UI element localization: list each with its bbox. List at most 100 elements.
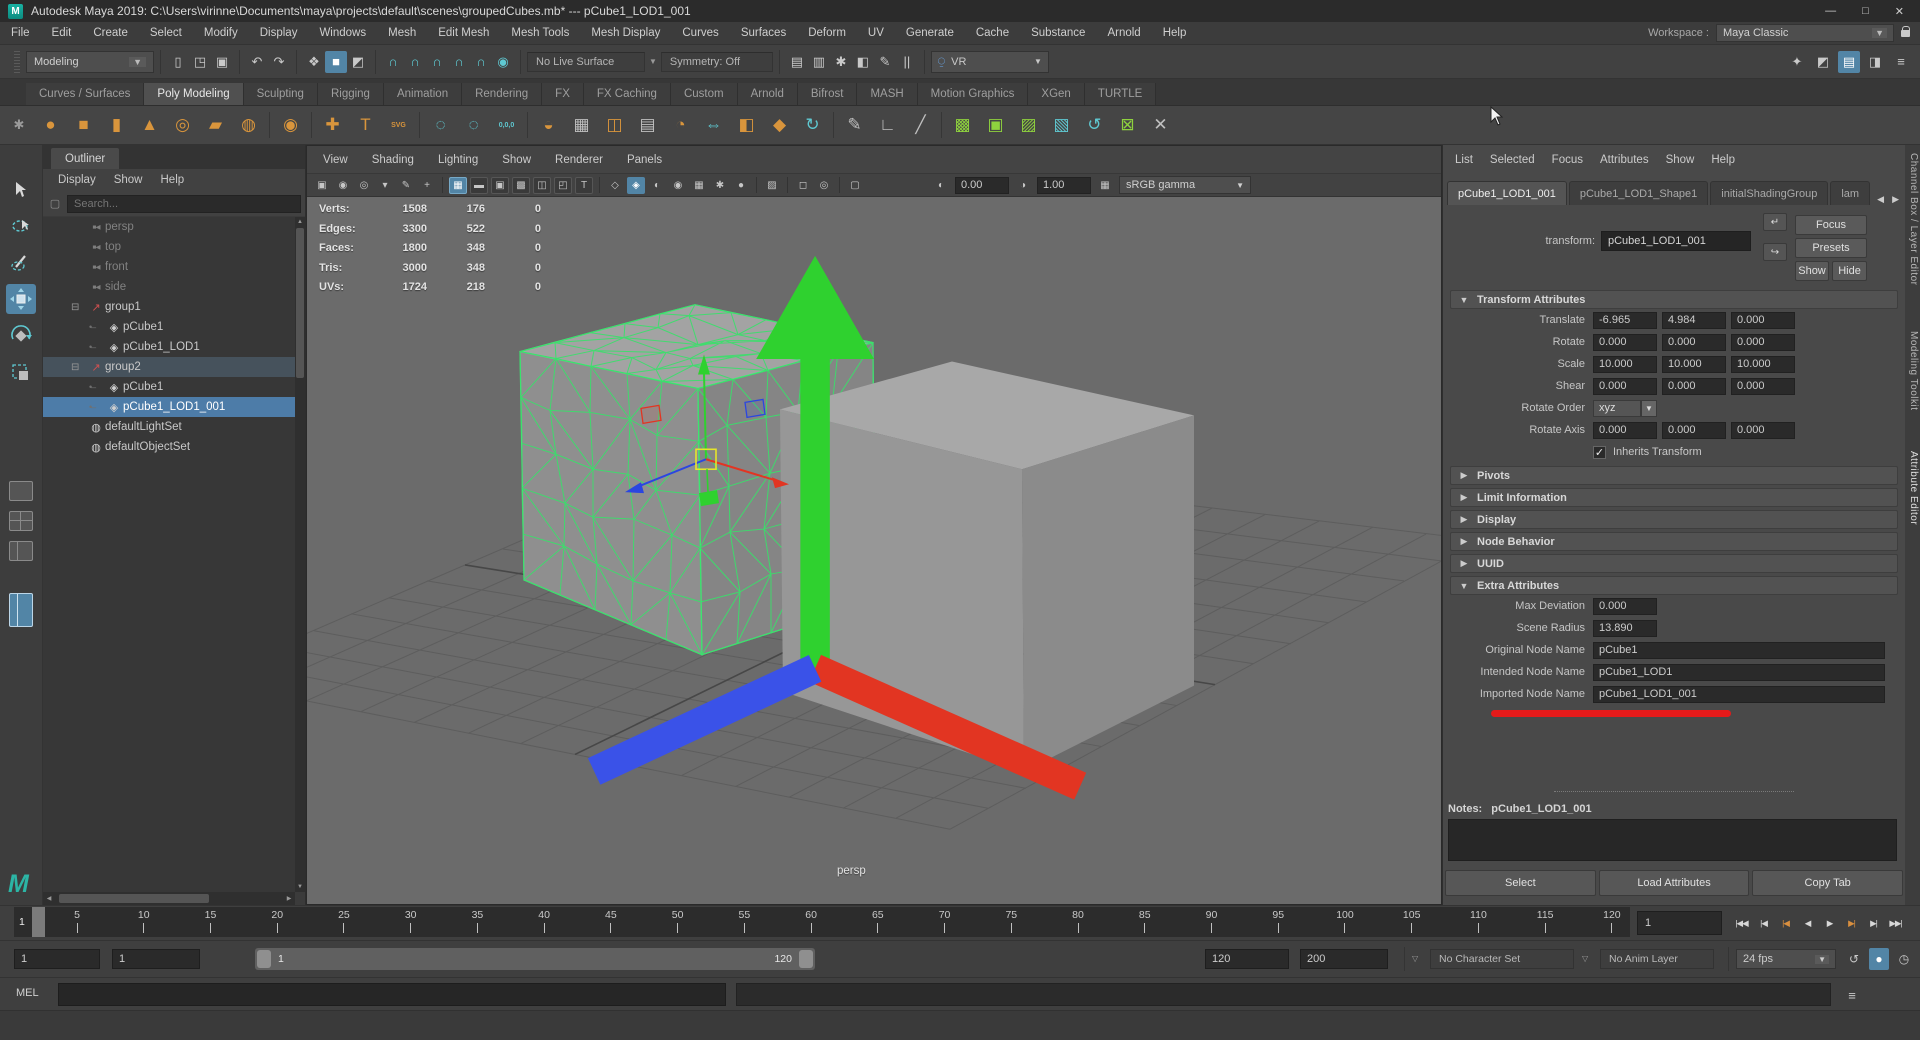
lasso-tool-button[interactable] [6,211,36,241]
step-forward-frame-button[interactable]: ▶| [1863,910,1884,936]
viewport-menu-item[interactable]: Renderer [555,154,603,166]
presets-button[interactable]: Presets [1795,238,1867,258]
move-tool-button[interactable] [6,284,36,314]
viewport-menu-item[interactable]: Show [502,154,531,166]
show-button[interactable]: Show [1795,261,1829,281]
value-z-field[interactable]: 10.000 [1731,356,1795,373]
attribute-editor-menu-item[interactable]: Show [1666,154,1695,166]
breakout-tab-icon[interactable]: ↪ [1763,243,1787,261]
section-extra-attributes[interactable]: ▼ Extra Attributes [1450,576,1898,595]
poly-sphere-icon[interactable]: ● [34,110,67,140]
minimize-button[interactable]: — [1825,5,1836,18]
value-x-field[interactable]: -6.965 [1593,312,1657,329]
camera-icon[interactable]: ▣ [313,177,331,194]
outliner-item[interactable]: ⊟ ↗ group2 [43,357,295,377]
menu-item[interactable]: Mesh Tools [500,27,580,39]
attribute-editor-bottom-button[interactable]: Copy Tab [1752,870,1903,896]
collapsed-section-header[interactable]: ▶ UUID [1450,554,1898,573]
hide-button[interactable]: Hide [1832,261,1867,281]
ipr-render-icon[interactable]: ▥ [808,51,830,73]
sphere-project-icon[interactable]: ◉ [274,110,307,140]
outliner-menu-item[interactable]: Help [161,174,185,186]
shadows-icon[interactable]: ● [732,177,750,194]
expand-collapse-icon[interactable] [89,382,105,393]
gamma-icon[interactable]: ◑ [1014,177,1032,194]
attribute-editor-menu-item[interactable]: Selected [1490,154,1535,166]
menu-item[interactable]: UV [857,27,895,39]
outliner-menu-item[interactable]: Display [58,174,96,186]
view-transform-dropdown[interactable]: sRGB gamma▼ [1119,176,1251,194]
outliner-menu-item[interactable]: Show [114,174,143,186]
live-surface-field[interactable]: No Live Surface [527,52,645,72]
sep[interactable] [439,177,446,194]
attribute-value-field[interactable]: pCube1 [1593,642,1885,659]
mel-input-field[interactable] [58,983,726,1006]
shelf-tab[interactable]: Rendering [462,83,542,105]
timeline-track[interactable]: 1 51015202530354045505560657075808590951… [14,907,1630,937]
new-scene-icon[interactable]: ▯ [167,51,189,73]
grip-handle[interactable] [14,51,20,73]
outliner-item[interactable]: ◍ defaultObjectSet [43,437,295,457]
range-slider[interactable]: 1 120 [255,948,815,970]
live-surface-dropdown-icon[interactable]: ▼ [649,57,657,66]
scale-tool-button[interactable] [6,358,36,388]
tab-modeling-toolkit[interactable]: Modeling Toolkit [1906,331,1919,443]
menu-item[interactable]: Deform [797,27,857,39]
make-live-icon[interactable]: ◉ [492,51,514,73]
expand-collapse-icon[interactable]: ⊟ [71,362,87,373]
safe-action-icon[interactable]: ◰ [554,177,572,194]
shelf-tab[interactable]: FX [542,83,584,105]
shelf-tab[interactable]: Poly Modeling [144,83,243,105]
sep[interactable] [937,110,946,140]
attribute-editor-icon[interactable]: ▤ [1838,51,1860,73]
wireframe-on-shaded-icon[interactable]: ▦ [690,177,708,194]
lights-icon[interactable]: ✱ [711,177,729,194]
outliner-horizontal-scrollbar[interactable]: ◀ ▶ [43,892,295,905]
menu-item[interactable]: Mesh [377,27,427,39]
go-to-end-button[interactable]: ▶▶| [1885,910,1906,936]
2d-pan-zoom-icon[interactable]: + [418,177,436,194]
delete-history-icon[interactable]: ✕ [1144,110,1177,140]
expand-collapse-icon[interactable] [89,342,105,353]
layout-outliner-persp-button[interactable] [9,593,33,627]
outliner-item[interactable]: ◈ pCube1_LOD1_001 [43,397,295,417]
viewport-menu-item[interactable]: Shading [372,154,414,166]
value-x-field[interactable]: 10.000 [1593,356,1657,373]
character-set-field[interactable]: No Character Set [1430,949,1574,969]
tab-attribute-editor[interactable]: Attribute Editor [1906,451,1919,547]
screen-door-icon[interactable]: ▨ [763,177,781,194]
shelf-tab[interactable]: Curves / Surfaces [26,83,144,105]
outliner-item[interactable]: ◈ pCube1 [43,317,295,337]
snap-curve-icon[interactable]: ∩ [404,51,426,73]
expand-collapse-icon[interactable] [89,322,105,333]
snap-view-plane-icon[interactable]: ∩ [470,51,492,73]
attribute-value-field[interactable]: pCube1_LOD1_001 [1593,686,1885,703]
combine-icon[interactable]: ◫ [598,110,631,140]
filter-icon[interactable]: ▢ [47,197,63,210]
value-x-field[interactable]: 0.000 [1593,334,1657,351]
collapsed-section-header[interactable]: ▶ Pivots [1450,466,1898,485]
sep[interactable] [784,177,791,194]
mel-label[interactable]: MEL [16,987,39,999]
sep[interactable] [307,110,316,140]
playback-end-field[interactable]: 120 [1205,949,1289,969]
menu-item[interactable]: Surfaces [730,27,797,39]
subdiv-icon[interactable]: ◆ [763,110,796,140]
expand-collapse-icon[interactable] [89,402,105,413]
rotate-axis-z-field[interactable]: 0.000 [1731,422,1795,439]
go-to-start-button[interactable]: |◀◀ [1731,910,1752,936]
render-settings-icon[interactable]: ✱ [830,51,852,73]
coordinates-icon[interactable]: 0,0,0 [490,110,523,140]
open-scene-icon[interactable]: ◳ [189,51,211,73]
vr-dropdown[interactable]: ⍜ VR ▼ [931,51,1049,73]
array-icon[interactable]: ▤ [631,110,664,140]
value-z-field[interactable]: 0.000 [1731,334,1795,351]
rotate-axis-y-field[interactable]: 0.000 [1662,422,1726,439]
playback-start-field[interactable]: 1 [112,949,200,969]
uv-box-icon[interactable]: ⊠ [1111,110,1144,140]
shelf-tab[interactable]: Arnold [738,83,798,105]
smooth-icon[interactable]: ◒ [532,110,565,140]
shelf-tab[interactable]: Rigging [318,83,384,105]
mirror-icon[interactable]: ⇔ [697,110,730,140]
hypershade-icon[interactable]: ◩ [1812,51,1834,73]
